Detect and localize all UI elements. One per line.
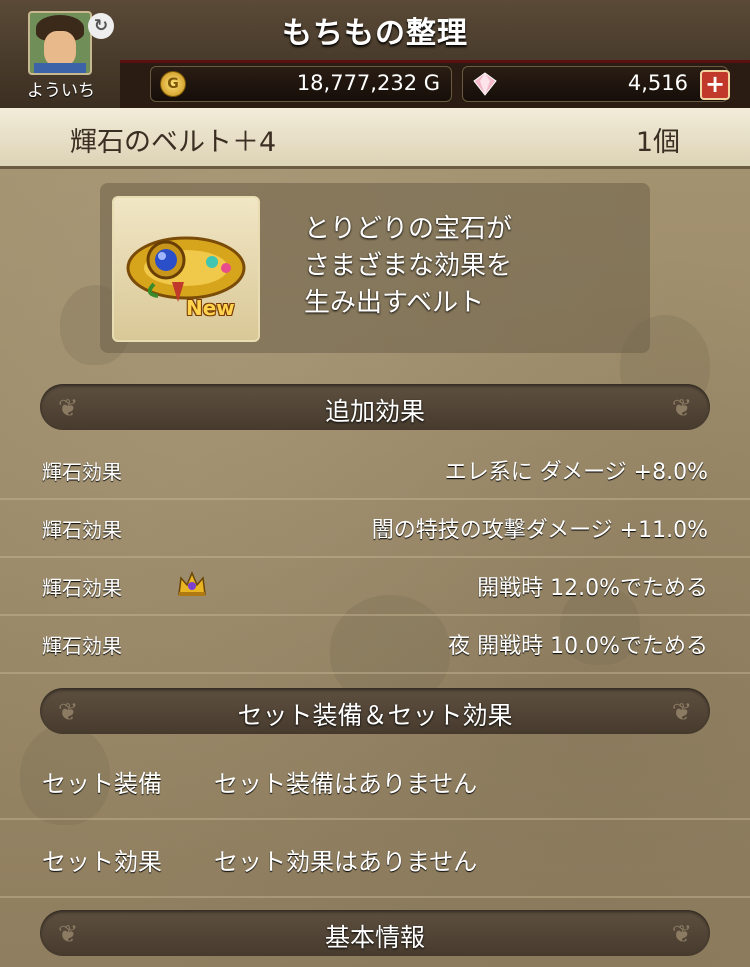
section-basic-info: ❦ 基本情報 ❦ [40,910,710,956]
avatar[interactable] [28,11,92,75]
gold-amount: 18,777,232 G [296,71,440,95]
effect-label: 輝石効果 [42,634,122,658]
crown-icon [178,571,206,596]
gold-coin-icon: G [160,71,186,97]
item-description: とりどりの宝石が さまざまな効果を 生み出すベルト [304,211,512,322]
section-extra-effects: ❦ 追加効果 ❦ [40,384,710,430]
effect-label: 輝石効果 [42,460,122,484]
new-badge: New [186,296,235,320]
swap-icon[interactable]: ↻ [88,13,114,39]
section-set-equipment: ❦ セット装備＆セット効果 ❦ [40,688,710,734]
effect-row: 輝石効果 闇の特技の攻撃ダメージ +11.0% [0,498,750,558]
item-count: 1個 [635,127,680,158]
description-line: とりどりの宝石が [304,214,513,244]
effect-row: 輝石効果 エレ系に ダメージ +8.0% [0,440,750,500]
set-value: セット装備はありません [214,770,478,798]
set-row: セット効果 セット効果はありません [0,820,750,898]
effect-value: 開戦時 12.0%でためる [477,576,708,601]
gem-icon [473,72,497,96]
player-name: よういち [27,81,95,101]
effect-value: 闇の特技の攻撃ダメージ +11.0% [371,518,708,543]
set-row: セット装備 セット装備はありません [0,742,750,820]
effect-label: 輝石効果 [42,576,122,600]
item-name-bar: 輝石のベルト＋4 1個 [0,108,750,169]
ornament-right-icon: ❦ [671,920,692,948]
section-title: 基本情報 [324,923,425,952]
effect-value: エレ系に ダメージ +8.0% [444,460,708,485]
section-title: 追加効果 [324,397,425,426]
effect-label: 輝石効果 [42,518,122,542]
ornament-right-icon: ❦ [671,394,692,422]
add-gems-button[interactable]: + [700,70,730,100]
item-name: 輝石のベルト＋4 [70,127,277,158]
section-title: セット装備＆セット効果 [237,701,513,730]
ornament-right-icon: ❦ [671,698,692,726]
set-label: セット装備 [42,770,162,798]
gem-box [462,66,728,102]
set-value: セット効果はありません [214,848,478,876]
set-label: セット効果 [42,848,162,876]
effect-row: 輝石効果 開戦時 12.0%でためる [0,556,750,616]
item-thumbnail[interactable] [112,196,260,342]
gem-amount: 4,516 [627,71,688,95]
description-line: さまざまな効果を [304,251,513,281]
effect-value: 夜 開戦時 10.0%でためる [448,634,708,659]
description-line: 生み出すベルト [304,288,485,318]
effect-row: 輝石効果 夜 開戦時 10.0%でためる [0,614,750,674]
